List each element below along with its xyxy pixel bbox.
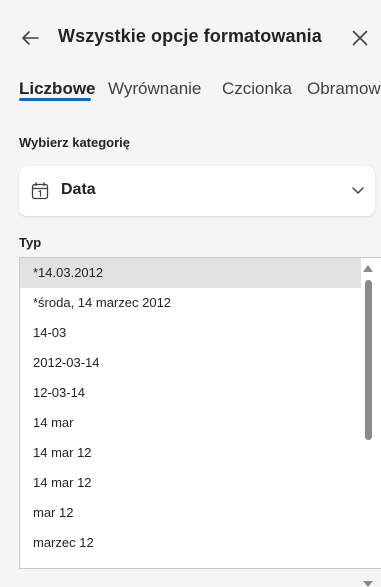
type-listbox[interactable]: *14.03.2012 *środa, 14 marzec 2012 14-03… (19, 257, 381, 569)
arrow-left-icon (22, 31, 39, 45)
tab-alignment[interactable]: Wyrównanie (108, 79, 201, 99)
scroll-up-arrow-icon[interactable] (362, 263, 374, 273)
category-dropdown[interactable]: Data (19, 166, 375, 216)
tab-font[interactable]: Czcionka (222, 79, 292, 99)
list-item[interactable]: 12-03-14 (20, 378, 361, 408)
category-label: Wybierz kategorię (19, 135, 131, 150)
panel-header: Wszystkie opcje formatowania (0, 0, 381, 76)
close-button[interactable] (348, 26, 372, 50)
tab-number[interactable]: Liczbowe (19, 79, 96, 99)
list-item[interactable]: 14-03 (20, 318, 361, 348)
close-icon (352, 30, 368, 46)
list-item[interactable]: *środa, 14 marzec 2012 (20, 288, 361, 318)
list-item[interactable]: *14.03.2012 (20, 258, 361, 288)
list-item[interactable]: 14 mar (20, 408, 361, 438)
category-value: Data (61, 181, 96, 198)
scroll-down-arrow-icon[interactable] (362, 580, 374, 587)
list-item[interactable]: mar 12 (20, 498, 361, 528)
calendar-icon (31, 182, 49, 200)
list-item[interactable]: 2012-03-14 (20, 348, 361, 378)
chevron-down-icon (352, 187, 364, 194)
back-button[interactable] (18, 26, 42, 50)
scrollbar-thumb[interactable] (365, 280, 372, 440)
active-tab-indicator (19, 98, 91, 101)
list-item[interactable]: 14 mar 12 (20, 438, 361, 468)
type-label: Typ (19, 235, 42, 250)
list-item[interactable]: 14 mar 12 (20, 468, 361, 498)
tab-list: Liczbowe Wyrównanie Czcionka Obramowanie (0, 76, 381, 106)
tab-border[interactable]: Obramowanie (307, 79, 381, 99)
list-item[interactable]: marzec 12 (20, 528, 361, 558)
panel-title: Wszystkie opcje formatowania (58, 26, 322, 46)
